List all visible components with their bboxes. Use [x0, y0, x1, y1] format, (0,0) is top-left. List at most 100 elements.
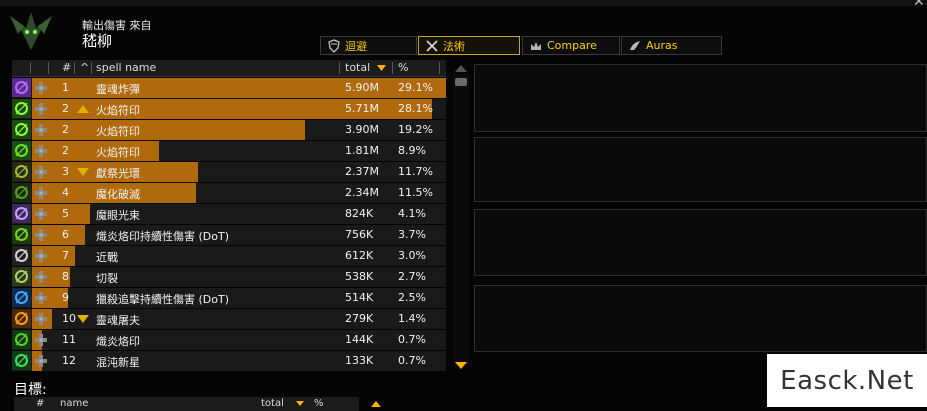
scroll-up-icon[interactable]	[371, 401, 381, 407]
eye-beam-icon	[12, 204, 31, 223]
table-row[interactable]: 7 近戰 612K 3.0%	[12, 246, 446, 267]
scroll-up-icon[interactable]	[455, 64, 467, 72]
expand-plus-icon[interactable]	[34, 312, 48, 326]
spell-list-scrollbar[interactable]	[453, 64, 469, 372]
watermark: Easck.Net	[767, 354, 927, 407]
column-divider	[48, 62, 49, 74]
damage-bar	[32, 120, 306, 140]
player-avatar	[6, 6, 56, 56]
demon-hunter-icon	[12, 162, 31, 181]
row-rank: 8	[62, 270, 69, 283]
row-spell-name: 火焰符印	[96, 104, 140, 117]
targets-column-name[interactable]: name	[60, 398, 88, 409]
row-spell-name: 混沌新星	[96, 356, 140, 369]
expand-plus-icon[interactable]	[34, 165, 48, 179]
row-percent: 29.1%	[398, 81, 433, 94]
row-percent: 19.2%	[398, 123, 433, 136]
targets-column-total[interactable]: total	[261, 398, 284, 409]
expand-plus-icon[interactable]	[34, 81, 48, 95]
row-rank: 5	[62, 207, 69, 220]
tab-avoidance[interactable]: 迴避	[320, 36, 417, 55]
column-divider	[392, 62, 393, 74]
damage-bar	[32, 78, 446, 98]
column-spell-name[interactable]: spell name	[96, 61, 156, 74]
expand-plus-icon[interactable]	[34, 333, 48, 347]
table-row[interactable]: 2 火焰符印 3.90M 19.2%	[12, 120, 446, 141]
green-sigil-icon	[12, 120, 31, 139]
expand-plus-icon[interactable]	[34, 249, 48, 263]
rank-down-icon	[77, 315, 89, 323]
fel-wing-icon	[12, 183, 31, 202]
column-caret[interactable]: ^	[80, 61, 89, 74]
expand-plus-icon[interactable]	[34, 291, 48, 305]
row-spell-name: 靈魂炸彈	[96, 83, 140, 96]
row-rank: 2	[62, 102, 69, 115]
row-rank: 1	[62, 81, 69, 94]
tab-spells-label: 法術	[443, 39, 465, 53]
targets-column-percent[interactable]: %	[314, 398, 324, 409]
tab-spells[interactable]: 法術	[418, 36, 520, 55]
row-spell-name: 近戰	[96, 251, 118, 264]
table-row[interactable]: 8 切裂 538K 2.7%	[12, 267, 446, 288]
targets-table-header: # name total %	[14, 397, 359, 411]
row-background	[12, 330, 446, 350]
column-rank[interactable]: #	[62, 61, 71, 74]
row-rank: 10	[62, 312, 76, 325]
row-background	[12, 246, 446, 266]
green-burn-icon	[12, 330, 31, 349]
row-percent: 0.7%	[398, 333, 426, 346]
scroll-track[interactable]	[453, 74, 469, 364]
expand-plus-icon[interactable]	[34, 123, 48, 137]
table-row[interactable]: 11 熾炎烙印 144K 0.7%	[12, 330, 446, 351]
orange-claw-icon	[12, 309, 31, 328]
targets-column-rank[interactable]: #	[36, 398, 44, 409]
expand-plus-icon[interactable]	[34, 207, 48, 221]
row-total: 514K	[345, 291, 374, 304]
table-row[interactable]: 1 靈魂炸彈 5.90M 29.1%	[12, 78, 446, 99]
table-row[interactable]: 10 靈魂屠夫 279K 1.4%	[12, 309, 446, 330]
row-rank: 11	[62, 333, 76, 346]
expand-plus-icon[interactable]	[34, 354, 48, 368]
row-total: 538K	[345, 270, 374, 283]
column-total[interactable]: total	[345, 61, 370, 74]
table-row[interactable]: 4 魔化破滅 2.34M 11.5%	[12, 183, 446, 204]
expand-plus-icon[interactable]	[34, 186, 48, 200]
table-row[interactable]: 9 獵殺追擊持續性傷害 (DoT) 514K 2.5%	[12, 288, 446, 309]
row-percent: 2.7%	[398, 270, 426, 283]
column-percent[interactable]: %	[398, 61, 408, 74]
green-sigil-icon	[12, 99, 31, 118]
expand-plus-icon[interactable]	[34, 144, 48, 158]
row-rank: 3	[62, 165, 69, 178]
blue-swirl-icon	[12, 288, 31, 307]
close-icon[interactable]: ✕	[913, 0, 925, 10]
expand-plus-icon[interactable]	[34, 102, 48, 116]
row-rank: 6	[62, 228, 69, 241]
row-rank: 7	[62, 249, 69, 262]
tab-auras-label: Auras	[646, 39, 678, 52]
row-total: 2.34M	[345, 186, 379, 199]
column-divider	[339, 62, 340, 74]
purple-soul-icon	[12, 78, 31, 97]
tab-auras[interactable]: Auras	[621, 36, 722, 55]
table-row[interactable]: 12 混沌新星 133K 0.7%	[12, 351, 446, 372]
table-row[interactable]: 3 獻祭光環 2.37M 11.7%	[12, 162, 446, 183]
scroll-thumb[interactable]	[455, 78, 467, 86]
row-total: 133K	[345, 354, 374, 367]
table-row[interactable]: 6 熾炎烙印持續性傷害 (DoT) 756K 3.7%	[12, 225, 446, 246]
tab-compare[interactable]: Compare	[522, 36, 620, 55]
row-total: 3.90M	[345, 123, 379, 136]
expand-plus-icon[interactable]	[34, 270, 48, 284]
row-spell-name: 獻祭光環	[96, 167, 140, 180]
expand-plus-icon[interactable]	[34, 228, 48, 242]
scroll-down-icon[interactable]	[455, 362, 467, 370]
table-row[interactable]: 2 火焰符印 1.81M 8.9%	[12, 141, 446, 162]
sort-desc-icon	[377, 65, 386, 71]
table-row[interactable]: 5 魔眼光束 824K 4.1%	[12, 204, 446, 225]
sort-desc-icon	[296, 401, 304, 406]
table-row[interactable]: 2 火焰符印 5.71M 28.1%	[12, 99, 446, 120]
green-fel-icon	[12, 141, 31, 160]
targets-title: 目標:	[14, 382, 47, 398]
shear-icon	[12, 267, 31, 286]
row-total: 1.81M	[345, 144, 379, 157]
column-divider	[439, 62, 440, 74]
